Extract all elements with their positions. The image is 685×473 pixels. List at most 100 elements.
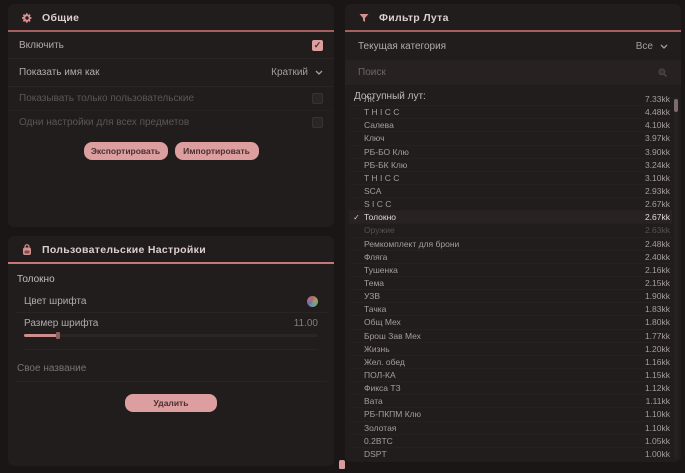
loot-list-item[interactable]: S I C C2.67kk [349, 198, 672, 211]
loot-list-item[interactable]: Жизнь1.20kk [349, 343, 672, 356]
loot-list-item[interactable]: ЛК7.33kk [349, 93, 672, 106]
custom-panel-title: Пользовательские Настройки [42, 244, 206, 256]
color-wheel-icon[interactable] [307, 296, 318, 307]
export-button[interactable]: Экспортировать [84, 142, 168, 160]
loot-list-item[interactable]: РБ-БО Клю3.90kk [349, 146, 672, 159]
loot-list-item[interactable]: Салева4.10kk [349, 119, 672, 132]
enable-checkbox[interactable]: ✓ [312, 40, 323, 51]
search-icon [657, 67, 668, 78]
loot-item-name: Золотая [364, 423, 645, 433]
loot-item-value: 3.97kk [645, 133, 672, 143]
loot-item-name: DSPT [364, 449, 645, 459]
font-color-row: Цвет шрифта [15, 291, 327, 313]
loot-item-name: РБ-БК Клю [364, 160, 645, 170]
show-name-row: Показать имя как Краткий [8, 59, 334, 87]
loot-list-item[interactable]: Ремкомплект для брони2.48kk [349, 238, 672, 251]
loot-item-value: 3.10kk [645, 173, 672, 183]
loot-item-name: Т Н I С С [364, 107, 645, 117]
slider-handle[interactable] [56, 332, 60, 339]
loot-item-value: 1.10kk [645, 423, 672, 433]
loot-list-scrollbar[interactable] [674, 97, 678, 459]
show-name-dropdown[interactable]: Краткий [271, 67, 323, 78]
custom-name-input[interactable]: Свое название [15, 356, 327, 382]
loot-item-value: 7.33kk [645, 94, 672, 104]
only-custom-label: Показывать только пользовательские [19, 93, 194, 104]
loot-item-value: 1.00kk [645, 449, 672, 459]
only-custom-row: Показывать только пользовательские [8, 87, 334, 111]
loot-list-item[interactable]: РБ-БК Клю3.24kk [349, 159, 672, 172]
loot-item-name: УЗВ [364, 291, 645, 301]
loot-item-name: Тема [364, 278, 645, 288]
loot-item-value: 3.24kk [645, 160, 672, 170]
resize-handle-icon[interactable] [339, 460, 345, 469]
loot-list-item[interactable]: Вата1.11kk [349, 395, 672, 408]
loot-item-name: Салева [364, 120, 645, 130]
same-settings-row: Одни настройки для всех предметов [8, 111, 334, 133]
loot-item-name: Тачка [364, 304, 645, 314]
slider-fill [24, 334, 58, 337]
loot-list-item[interactable]: Фикса ТЗ1.12kk [349, 382, 672, 395]
chevron-down-icon [315, 70, 323, 75]
loot-list-item[interactable]: Общ Мех1.80kk [349, 316, 672, 329]
loot-item-value: 3.90kk [645, 147, 672, 157]
loot-item-name: Т Н I С С [364, 173, 645, 183]
loot-list-item[interactable]: Тачка1.83kk [349, 303, 672, 316]
enable-label: Включить [19, 40, 64, 51]
loot-list-item[interactable]: Золотая1.10kk [349, 422, 672, 435]
only-custom-checkbox[interactable] [312, 93, 323, 104]
funnel-icon [358, 12, 370, 24]
loot-item-name: Ремкомплект для брони [364, 239, 645, 249]
loot-list-item[interactable]: Оружие2.63kk [349, 224, 672, 237]
loot-item-name: Брош Зав Мех [364, 331, 645, 341]
selected-item-name: Толокно [8, 264, 334, 291]
general-settings-panel: Общие Включить ✓ Показать имя как Кратки… [8, 4, 334, 227]
delete-button[interactable]: Удалить [125, 394, 217, 412]
loot-list-item[interactable]: Тушенка2.16kk [349, 264, 672, 277]
loot-item-value: 1.90kk [645, 291, 672, 301]
loot-list-item[interactable]: SCA2.93kk [349, 185, 672, 198]
font-size-label: Размер шрифта [24, 318, 98, 329]
loot-item-value: 1.15kk [645, 370, 672, 380]
loot-list-item[interactable]: ✓Толокно2.67kk [349, 211, 672, 224]
loot-list-item[interactable]: Тема2.15kk [349, 277, 672, 290]
loot-list-item[interactable]: РБ-ПКПМ Клю1.10kk [349, 408, 672, 421]
loot-item-value: 1.80kk [645, 317, 672, 327]
loot-list-item[interactable]: Т Н I С С3.10kk [349, 172, 672, 185]
loot-item-name: SCA [364, 186, 645, 196]
loot-item-name: Вата [364, 396, 646, 406]
filter-panel-title: Фильтр Лута [379, 12, 449, 24]
loot-list-item[interactable]: 0.2BTC1.05kk [349, 435, 672, 448]
loot-list-item[interactable]: Брош Зав Мех1.77kk [349, 330, 672, 343]
loot-item-value: 1.77kk [645, 331, 672, 341]
search-input[interactable]: Поиск [345, 61, 681, 85]
show-name-label: Показать имя как [19, 67, 99, 78]
loot-list-item[interactable]: Ключ3.97kk [349, 132, 672, 145]
loot-item-value: 2.67kk [645, 199, 672, 209]
import-button[interactable]: Импортировать [175, 142, 259, 160]
loot-item-value: 2.93kk [645, 186, 672, 196]
loot-list: ЛК7.33kkТ Н I С С4.48kkСалева4.10kkКлюч3… [349, 93, 672, 459]
font-size-row: Размер шрифта 11.00 [15, 313, 327, 331]
loot-item-name: Ключ [364, 133, 645, 143]
loot-item-value: 2.48kk [645, 239, 672, 249]
same-settings-checkbox[interactable] [312, 117, 323, 128]
loot-item-name: Оружие [364, 225, 645, 235]
same-settings-label: Одни настройки для всех предметов [19, 117, 189, 128]
loot-list-item[interactable]: Т Н I С С4.48kk [349, 106, 672, 119]
scrollbar-thumb[interactable] [674, 99, 678, 112]
loot-item-value: 1.05kk [645, 436, 672, 446]
category-dropdown[interactable]: Все [636, 41, 668, 52]
loot-item-name: ПОЛ-КА [364, 370, 645, 380]
font-size-slider[interactable] [24, 331, 318, 350]
loot-list-item[interactable]: Жел. обед1.16kk [349, 356, 672, 369]
loot-item-name: Толокно [364, 212, 645, 222]
check-icon: ✓ [349, 213, 364, 222]
chevron-down-icon [660, 44, 668, 49]
category-value: Все [636, 41, 653, 52]
loot-list-item[interactable]: Фляга2.40kk [349, 251, 672, 264]
loot-list-item[interactable]: УЗВ1.90kk [349, 290, 672, 303]
loot-list-item[interactable]: ПОЛ-КА1.15kk [349, 369, 672, 382]
loot-list-item[interactable]: DSPT1.00kk [349, 448, 672, 459]
loot-item-name: Фикса ТЗ [364, 383, 645, 393]
loot-item-name: S I C C [364, 199, 645, 209]
